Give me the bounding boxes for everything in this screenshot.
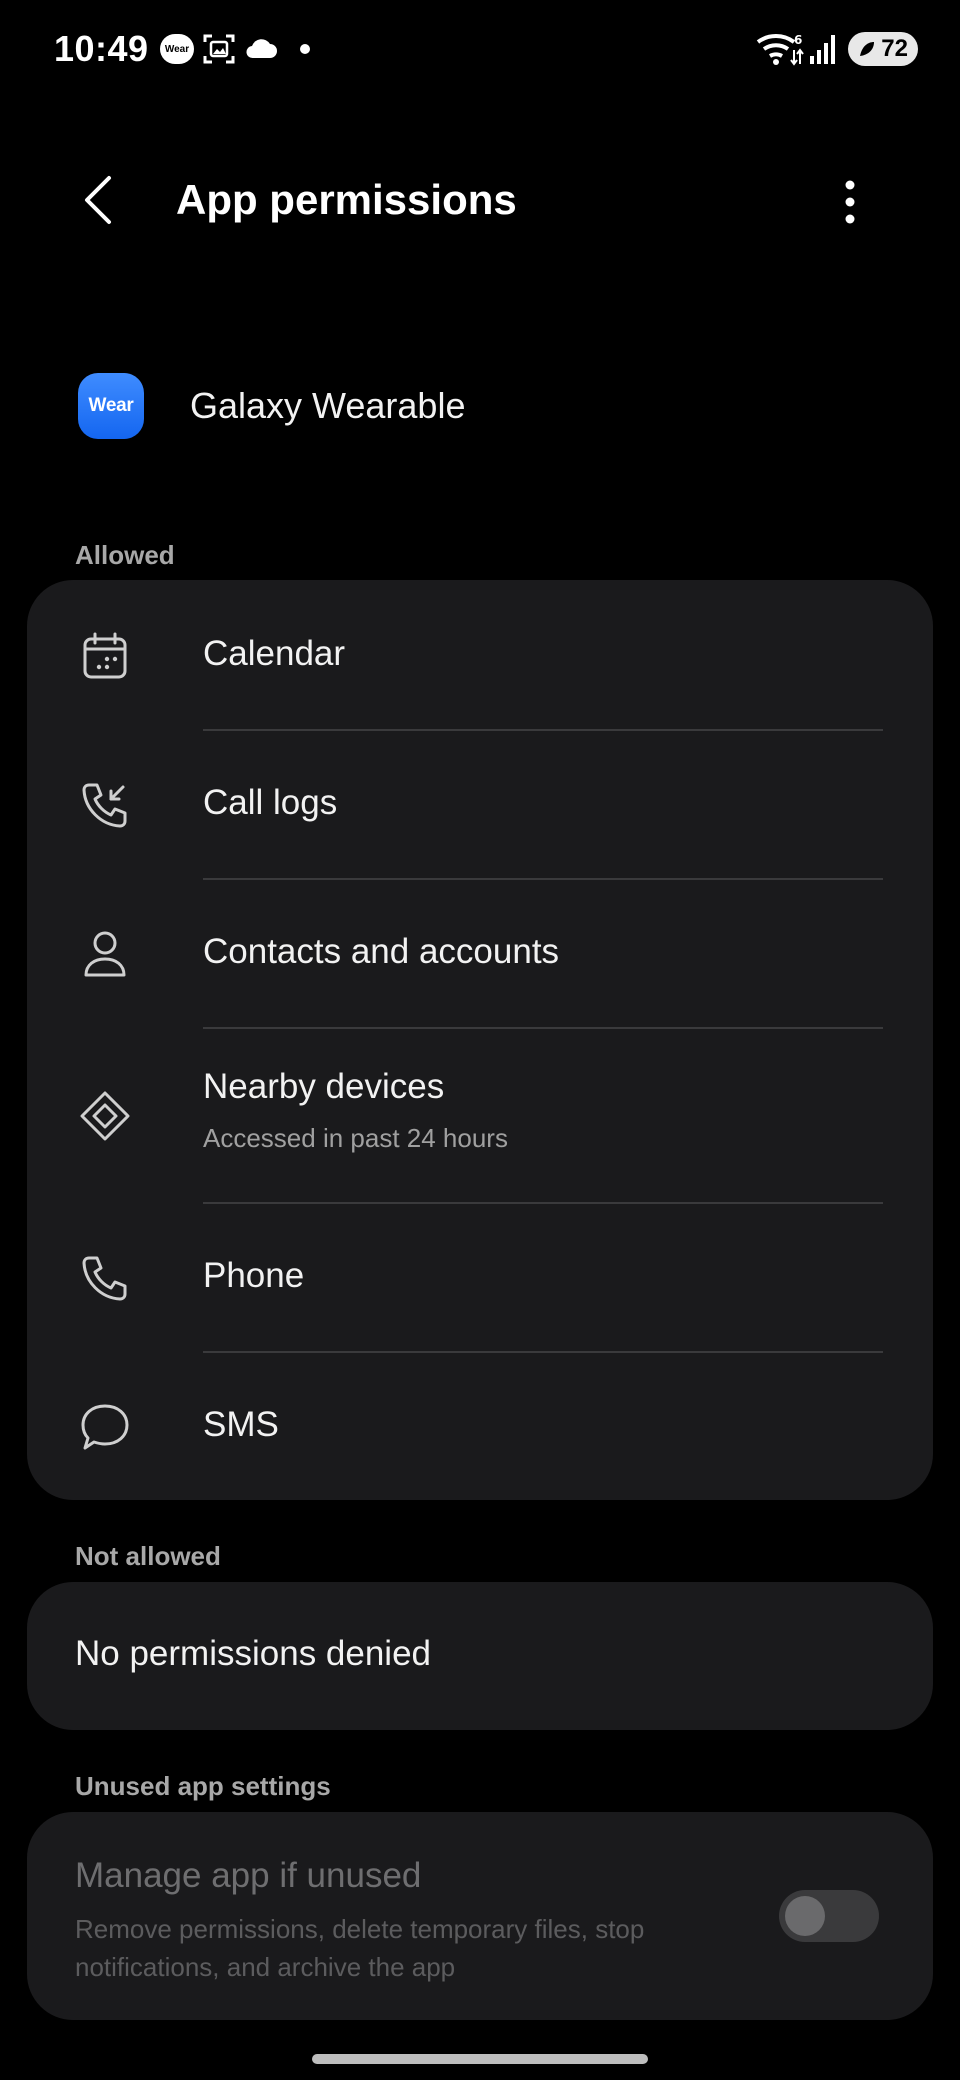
notification-dot (300, 44, 310, 54)
permission-label: Nearby devices (203, 1067, 445, 1106)
more-options-button[interactable] (820, 172, 880, 232)
permission-item-nearby-devices[interactable]: Nearby devices Accessed in past 24 hours (27, 1029, 933, 1203)
permission-item-contacts[interactable]: Contacts and accounts (27, 880, 933, 1028)
status-time: 10:49 (54, 28, 149, 69)
no-permissions-denied-text: No permissions denied (75, 1634, 432, 1673)
section-label-allowed: Allowed (75, 540, 175, 570)
allowed-permissions-card: Calendar Call logs Contacts and accounts (27, 580, 933, 1500)
section-label-unused-app-settings: Unused app settings (75, 1771, 331, 1801)
status-bar: 10:49 Wear 6 72 (0, 0, 960, 100)
permission-label: Contacts and accounts (203, 932, 560, 971)
manage-app-if-unused-description: Remove permissions, delete temporary fil… (75, 1914, 645, 1982)
call-log-icon (77, 777, 133, 833)
cloud-icon (244, 36, 278, 65)
permission-item-calendar[interactable]: Calendar (27, 582, 933, 730)
permission-label: SMS (203, 1405, 279, 1444)
chevron-left-icon (85, 176, 111, 224)
person-icon (77, 926, 133, 982)
wear-badge-icon: Wear (160, 34, 194, 64)
manage-app-if-unused-title: Manage app if unused (75, 1856, 422, 1895)
not-allowed-card: No permissions denied (27, 1582, 933, 1730)
chat-bubble-icon (77, 1399, 133, 1455)
page-title: App permissions (176, 176, 517, 223)
home-indicator[interactable] (312, 2054, 648, 2064)
app-identity-row: Wear Galaxy Wearable (78, 372, 465, 440)
permission-sublabel: Accessed in past 24 hours (203, 1123, 508, 1153)
section-label-not-allowed: Not allowed (75, 1541, 221, 1571)
calendar-icon (77, 628, 133, 684)
nearby-devices-icon (77, 1088, 133, 1144)
power-saving-leaf-icon (860, 42, 874, 56)
manage-app-if-unused-toggle[interactable] (779, 1890, 879, 1942)
toggle-knob (785, 1896, 825, 1936)
battery-icon: 72 (848, 32, 918, 66)
gallery-scan-icon (202, 32, 236, 71)
svg-text:6: 6 (794, 33, 802, 47)
permission-label: Calendar (203, 634, 346, 673)
back-button[interactable] (70, 172, 126, 228)
wifi-icon: 6 (756, 30, 804, 71)
battery-level: 72 (881, 35, 908, 62)
signal-icon (808, 30, 838, 71)
permission-label: Call logs (203, 783, 338, 822)
phone-icon (77, 1250, 133, 1306)
permission-label: Phone (203, 1256, 305, 1295)
permission-item-call-logs[interactable]: Call logs (27, 731, 933, 879)
galaxy-wearable-app-icon: Wear (78, 373, 144, 439)
app-bar: App permissions (0, 150, 960, 250)
unused-app-settings-card: Manage app if unused Remove permissions,… (27, 1812, 933, 2020)
more-vertical-icon (845, 180, 855, 224)
app-name: Galaxy Wearable (190, 385, 466, 426)
permission-item-sms[interactable]: SMS (27, 1353, 933, 1501)
permission-item-phone[interactable]: Phone (27, 1204, 933, 1352)
